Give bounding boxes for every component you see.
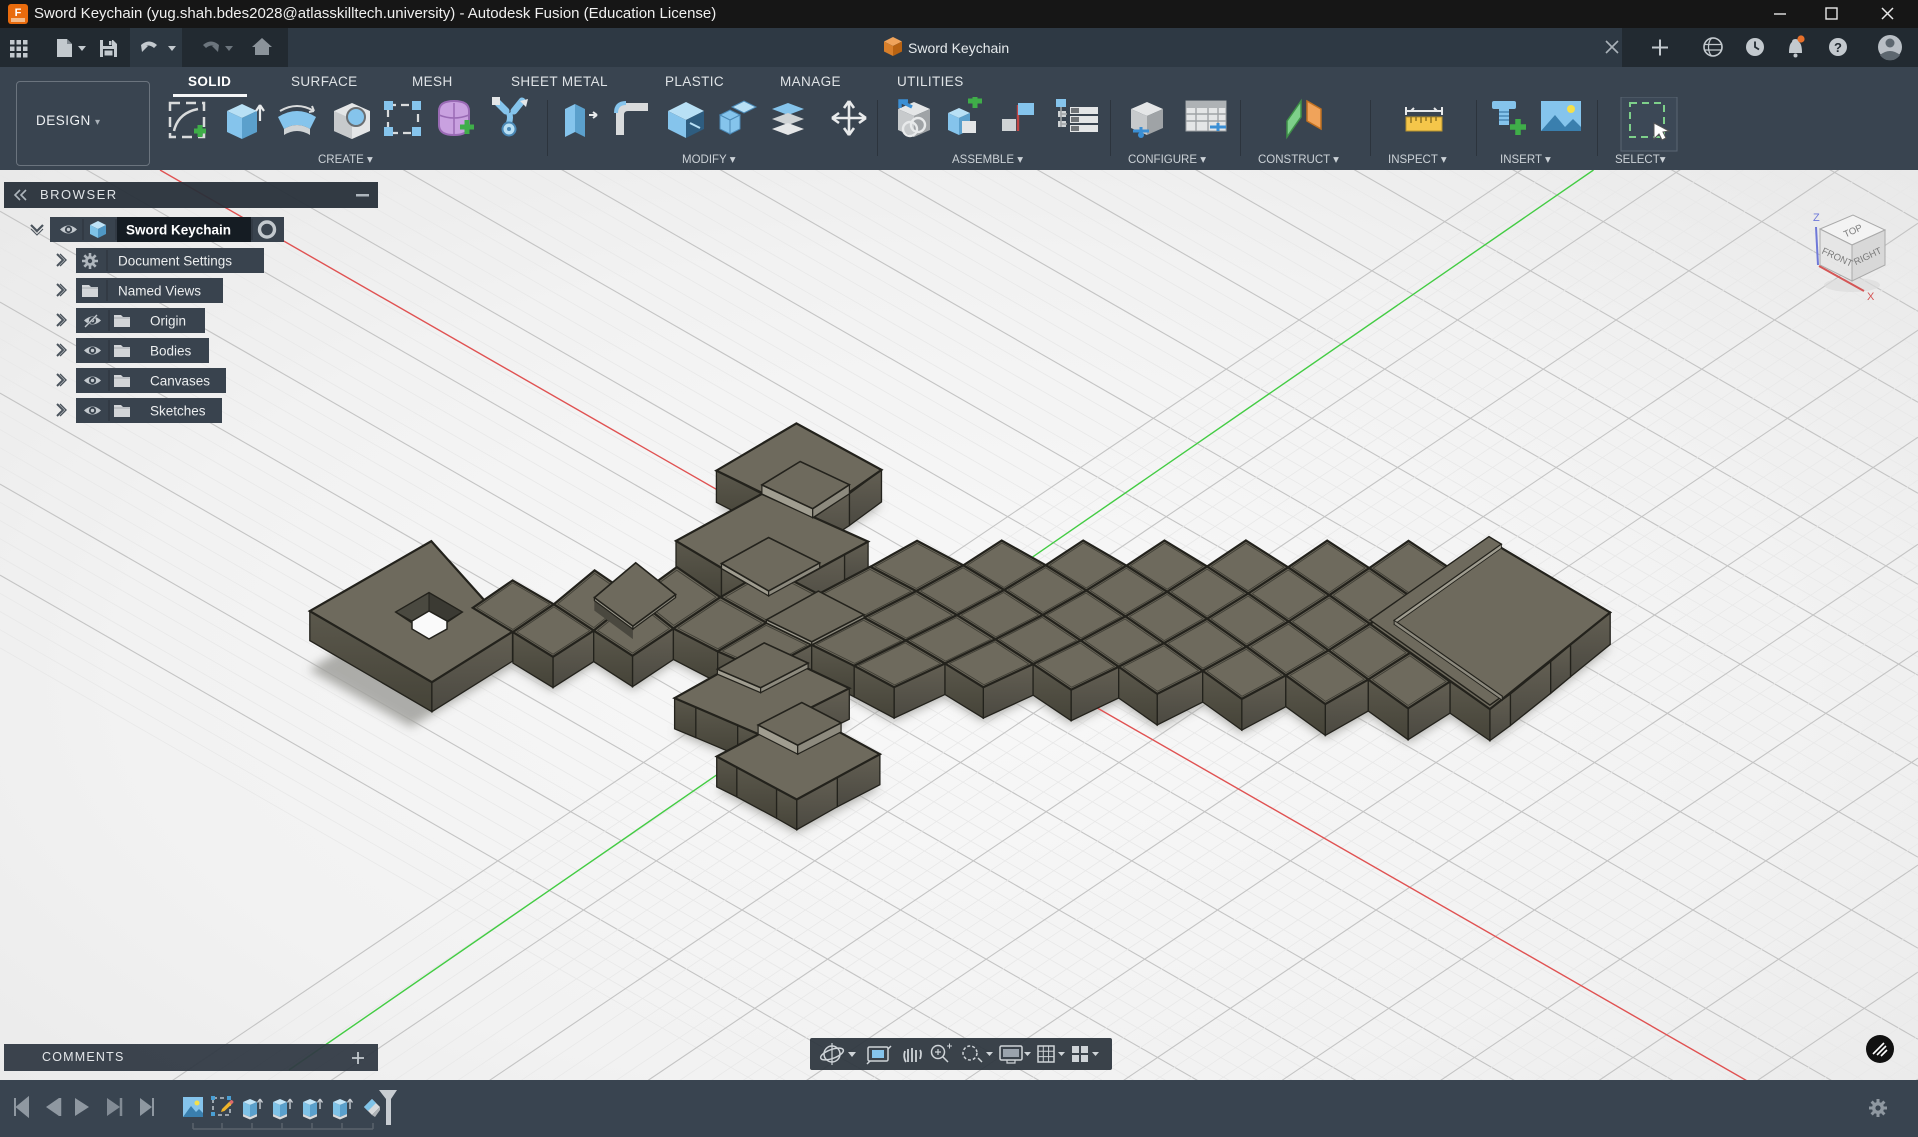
svg-text:Sword Keychain: Sword Keychain <box>126 223 231 238</box>
svg-text:Sketches: Sketches <box>150 404 206 419</box>
svg-text:Canvases: Canvases <box>150 374 210 389</box>
svg-text:Document Settings: Document Settings <box>118 254 232 269</box>
svg-text:X: X <box>1867 291 1875 303</box>
svg-text:F: F <box>15 7 22 19</box>
svg-text:Bodies: Bodies <box>150 344 192 359</box>
svg-text:Named Views: Named Views <box>118 284 201 299</box>
svg-text:?: ? <box>1834 40 1842 55</box>
svg-text:Origin: Origin <box>150 314 186 329</box>
svg-text:Z: Z <box>1813 212 1820 224</box>
svg-text:Sword Keychain: Sword Keychain <box>908 40 1009 56</box>
